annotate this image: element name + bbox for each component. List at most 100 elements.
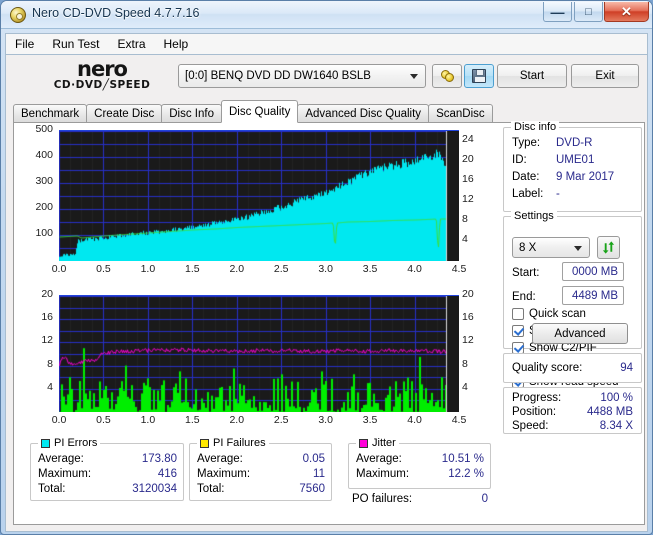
disc-date-label: Date: [512, 171, 540, 183]
quality-score-label: Quality score: [512, 362, 583, 374]
pi-errors-group: PI Errors Average: 173.80 Maximum: 416 T… [30, 437, 184, 501]
exit-button[interactable]: Exit [571, 64, 639, 88]
advanced-button[interactable]: Advanced [532, 323, 628, 344]
scan-speed-value: 8 X [519, 241, 537, 254]
pi-failures-total-value: 7560 [299, 483, 325, 495]
checkbox-quick-scan[interactable]: Quick scan [512, 308, 586, 320]
start-button[interactable]: Start [497, 64, 567, 88]
pie-y-tick: 200 [35, 201, 53, 213]
pif-y2-tick: 20 [462, 288, 474, 300]
start-position-value: 0000 MB [571, 265, 618, 278]
progress-group: Progress: 100 % Position: 4488 MB Speed:… [503, 387, 642, 434]
pie-x-tick: 3.5 [362, 263, 378, 275]
menu-item-help[interactable]: Help [155, 35, 198, 53]
pif-plot-area [59, 295, 459, 412]
pif-x-tick: 1.0 [140, 414, 156, 426]
tab-disc-info[interactable]: Disc Info [161, 104, 222, 123]
position-value: 4488 MB [586, 406, 633, 418]
start-position-field[interactable]: 0000 MB [562, 262, 624, 281]
speed-value: 8.34 X [599, 420, 633, 432]
eject-button[interactable] [432, 64, 462, 88]
pi-errors-total-label: Total: [38, 483, 66, 495]
menu-item-extra[interactable]: Extra [108, 35, 154, 53]
pi-failures-average-value: 0.05 [302, 453, 325, 465]
refresh-arrows-icon [602, 241, 615, 254]
disc-info-group: Disc info Type: DVD-R ID: UME01 Date: 9 … [503, 121, 642, 212]
drive-select-value: [0:0] BENQ DVD DD DW1640 BSLB [185, 70, 371, 82]
po-failures-label: PO failures: [352, 493, 413, 505]
close-icon: ✕ [621, 3, 632, 19]
save-results-button[interactable] [464, 64, 494, 88]
pie-x-tick: 2.5 [273, 263, 289, 275]
pif-y-tick: 16 [41, 311, 53, 324]
disc-info-legend: Disc info [511, 121, 560, 133]
pif-y2-tick: 4 [462, 380, 468, 393]
pi-failures-maximum-value: 11 [313, 468, 325, 480]
pif-x-tick: 1.5 [185, 414, 200, 426]
menu-item-file[interactable]: File [6, 35, 43, 53]
disc-quality-panel: 100 200 300 400 500 4 8 12 16 20 24 0.0 0.5 1.0 1.5 2.0… [13, 121, 645, 525]
checkbox-label: Quick scan [529, 308, 586, 320]
logo-subtitle: CD·DVD╱SPEED [32, 79, 172, 92]
pif-x-tick: 3.0 [318, 414, 333, 426]
eject-disc-icon [439, 69, 455, 83]
pi-failures-total-label: Total: [197, 483, 225, 495]
pie-chart: 100 200 300 400 500 4 8 12 16 20 24 0.0 0.5 1.0 1.5 2.0… [19, 123, 497, 286]
jitter-group: Jitter Average: 10.51 % Maximum: 12.2 % [348, 437, 491, 489]
pie-plot-canvas [59, 131, 459, 261]
close-button[interactable]: ✕ [604, 2, 649, 22]
pif-x-tick: 4.0 [407, 414, 422, 426]
disc-id-label: ID: [512, 154, 527, 166]
disc-id-value: UME01 [556, 154, 595, 166]
tab-create-disc[interactable]: Create Disc [86, 104, 163, 123]
tab-scandisc[interactable]: ScanDisc [428, 104, 493, 123]
menu-bar: File Run Test Extra Help [5, 33, 648, 54]
jitter-average-label: Average: [356, 453, 402, 465]
pie-x-tick: 3.0 [318, 263, 333, 275]
pi-errors-legend: PI Errors [38, 437, 101, 449]
jitter-maximum-value: 12.2 % [448, 468, 484, 480]
pie-x-tick: 1.0 [140, 263, 156, 275]
drive-select-combobox[interactable]: [0:0] BENQ DVD DD DW1640 BSLB [178, 64, 426, 88]
pi-errors-total-value: 3120034 [132, 483, 177, 495]
tab-benchmark[interactable]: Benchmark [13, 104, 88, 123]
pif-x-tick: 3.5 [362, 414, 378, 426]
pi-errors-maximum-label: Maximum: [38, 468, 92, 480]
refresh-button[interactable] [597, 236, 620, 259]
pif-y2-tick: 12 [462, 334, 474, 347]
disc-label-value: - [556, 188, 560, 200]
tab-advanced-disc-quality[interactable]: Advanced Disc Quality [297, 104, 430, 123]
pi-failures-legend-label: PI Failures [213, 437, 266, 449]
pi-failures-maximum-label: Maximum: [197, 468, 251, 480]
start-position-label: Start: [512, 267, 540, 279]
scan-speed-combobox[interactable]: 8 X [512, 237, 590, 258]
window-title: Nero CD-DVD Speed 4.7.7.16 [32, 6, 200, 20]
pi-failures-group: PI Failures Average: 0.05 Maximum: 11 To… [189, 437, 332, 501]
toolbar: nero CD·DVD╱SPEED [0:0] BENQ DVD DD DW16… [6, 55, 647, 101]
checkbox-box [512, 308, 524, 320]
pif-y-tick: 4 [47, 380, 53, 393]
disc-label-label: Label: [512, 188, 544, 200]
pif-jitter-chart: 4 8 12 16 20 4 8 12 16 20 0.0 0.5 1.0 1.5 2.0 2.5 3.0 3.5… [19, 288, 497, 434]
minimize-button[interactable]: — [543, 2, 572, 22]
pie-x-tick: 0.0 [51, 263, 67, 275]
jitter-average-value: 10.51 % [441, 453, 484, 465]
settings-group: Settings 8 X Start: 0000 MB End: 4489 MB… [503, 210, 642, 405]
disc-type-label: Type: [512, 137, 541, 149]
logo-cddvd-text: CD·DVD [53, 79, 103, 91]
pie-x-tick: 1.5 [185, 263, 200, 275]
pi-errors-average-value: 173.80 [141, 453, 177, 465]
title-bar: Nero CD-DVD Speed 4.7.7.16 — □ ✕ [1, 1, 652, 29]
pi-failures-average-label: Average: [197, 453, 243, 465]
pie-x-tick: 4.5 [451, 263, 467, 275]
pif-x-tick: 4.5 [451, 414, 467, 426]
tab-bar: Benchmark Create Disc Disc Info Disc Qua… [13, 100, 493, 123]
tab-disc-quality[interactable]: Disc Quality [221, 100, 299, 123]
app-window: Nero CD-DVD Speed 4.7.7.16 — □ ✕ File Ru… [0, 0, 653, 535]
pif-y2-tick: 16 [462, 311, 474, 324]
pi-errors-average-label: Average: [38, 453, 84, 465]
end-position-field[interactable]: 4489 MB [562, 286, 624, 305]
maximize-button[interactable]: □ [574, 2, 603, 22]
disc-date-value: 9 Mar 2017 [556, 171, 615, 183]
menu-item-run-test[interactable]: Run Test [43, 35, 108, 53]
